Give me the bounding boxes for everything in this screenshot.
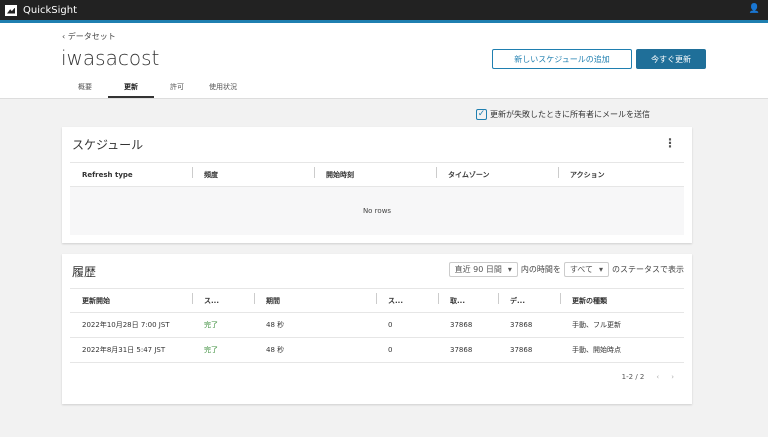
column-header[interactable]: 期間 bbox=[254, 292, 376, 306]
column-header[interactable]: ス... bbox=[376, 292, 438, 306]
cell: 48 秒 bbox=[266, 321, 285, 329]
cell: 0 bbox=[388, 321, 393, 329]
email-notify-option[interactable]: ✓ 更新が失敗したときに所有者にメールを送信 bbox=[476, 109, 650, 120]
column-header[interactable]: Refresh type bbox=[70, 171, 192, 179]
tab-refresh[interactable]: 更新 bbox=[108, 81, 154, 98]
column-header[interactable]: 開始時刻 bbox=[314, 166, 436, 180]
user-icon[interactable]: 👤 bbox=[749, 4, 760, 14]
tab-overview[interactable]: 概要 bbox=[62, 81, 108, 98]
status-select[interactable]: すべて ▾ bbox=[563, 262, 609, 277]
cell: 手動、開始時点 bbox=[572, 346, 621, 354]
status-cell: 完了 bbox=[204, 321, 218, 329]
column-header[interactable]: アクション bbox=[558, 166, 680, 180]
tab-permissions[interactable]: 許可 bbox=[154, 81, 200, 98]
cell: 37868 bbox=[450, 346, 473, 354]
quicksight-logo-icon bbox=[5, 4, 17, 16]
column-header[interactable]: デ... bbox=[498, 292, 560, 306]
history-filter: 直近 90 日間 ▾ 内の時間を すべて ▾ のステータスで表示 bbox=[448, 262, 684, 277]
checkbox[interactable]: ✓ bbox=[476, 109, 487, 120]
add-schedule-button[interactable]: 新しいスケジュールの追加 bbox=[492, 49, 632, 69]
column-header[interactable]: 取... bbox=[438, 292, 498, 306]
status-value: すべて bbox=[569, 265, 593, 274]
pagination: 1-2 / 2 ‹ › bbox=[622, 373, 674, 381]
schedule-title: スケジュール bbox=[72, 138, 144, 152]
schedule-card: スケジュール ⋮ Refresh type 頻度 開始時刻 タイムゾーン アクシ… bbox=[62, 127, 692, 243]
column-header[interactable]: 更新開始 bbox=[70, 296, 192, 306]
back-label: データセット bbox=[67, 32, 116, 41]
column-header[interactable]: タイムゾーン bbox=[436, 166, 558, 180]
notify-label: 更新が失敗したときに所有者にメールを送信 bbox=[490, 110, 650, 119]
column-header[interactable]: 頻度 bbox=[192, 166, 314, 180]
history-title: 履歴 bbox=[72, 265, 97, 279]
refresh-now-button[interactable]: 今すぐ更新 bbox=[636, 49, 706, 69]
history-header-row: 更新開始 ス... 期間 ス... 取... デ... 更新の種類 bbox=[70, 288, 684, 313]
period-value: 直近 90 日間 bbox=[454, 265, 502, 274]
back-link[interactable]: ‹ データセット bbox=[62, 31, 116, 42]
prev-page-icon[interactable]: ‹ bbox=[656, 373, 659, 381]
schedule-header-row: Refresh type 頻度 開始時刻 タイムゾーン アクション bbox=[70, 162, 684, 187]
filter-text: のステータスで表示 bbox=[612, 265, 684, 274]
cell: 手動、フル更新 bbox=[572, 321, 621, 329]
column-header[interactable]: 更新の種類 bbox=[560, 292, 684, 306]
page-header: ‹ データセット iwasacost 概要 更新 許可 使用状況 新しいスケジュ… bbox=[0, 23, 768, 99]
cell: 2022年8月31日 5:47 JST bbox=[82, 346, 166, 354]
page-title: iwasacost bbox=[61, 46, 160, 70]
cell: 37868 bbox=[450, 321, 473, 329]
app-name: QuickSight bbox=[23, 4, 78, 16]
more-options-icon[interactable]: ⋮ bbox=[664, 136, 676, 150]
table-row: 2022年8月31日 5:47 JST 完了 48 秒 0 37868 3786… bbox=[70, 338, 684, 363]
cell: 2022年10月28日 7:00 JST bbox=[82, 321, 170, 329]
next-page-icon[interactable]: › bbox=[671, 373, 674, 381]
filter-text: 内の時間を bbox=[520, 265, 561, 274]
cell: 0 bbox=[388, 346, 393, 354]
cell: 37868 bbox=[510, 321, 533, 329]
caret-down-icon: ▾ bbox=[598, 265, 603, 274]
caret-down-icon: ▾ bbox=[507, 265, 512, 274]
tabs: 概要 更新 許可 使用状況 bbox=[62, 81, 246, 98]
period-select[interactable]: 直近 90 日間 ▾ bbox=[448, 262, 518, 277]
page-count: 1-2 / 2 bbox=[621, 373, 645, 381]
column-header[interactable]: ス... bbox=[192, 292, 254, 306]
status-cell: 完了 bbox=[204, 346, 218, 354]
tab-usage[interactable]: 使用状況 bbox=[200, 81, 246, 98]
cell: 48 秒 bbox=[266, 346, 285, 354]
top-bar: QuickSight 👤 bbox=[0, 0, 768, 20]
empty-state: No rows bbox=[70, 187, 684, 235]
cell: 37868 bbox=[510, 346, 533, 354]
history-card: 履歴 直近 90 日間 ▾ 内の時間を すべて ▾ のステータスで表示 更新開始 ス… bbox=[62, 254, 692, 404]
table-row: 2022年10月28日 7:00 JST 完了 48 秒 0 37868 378… bbox=[70, 313, 684, 338]
